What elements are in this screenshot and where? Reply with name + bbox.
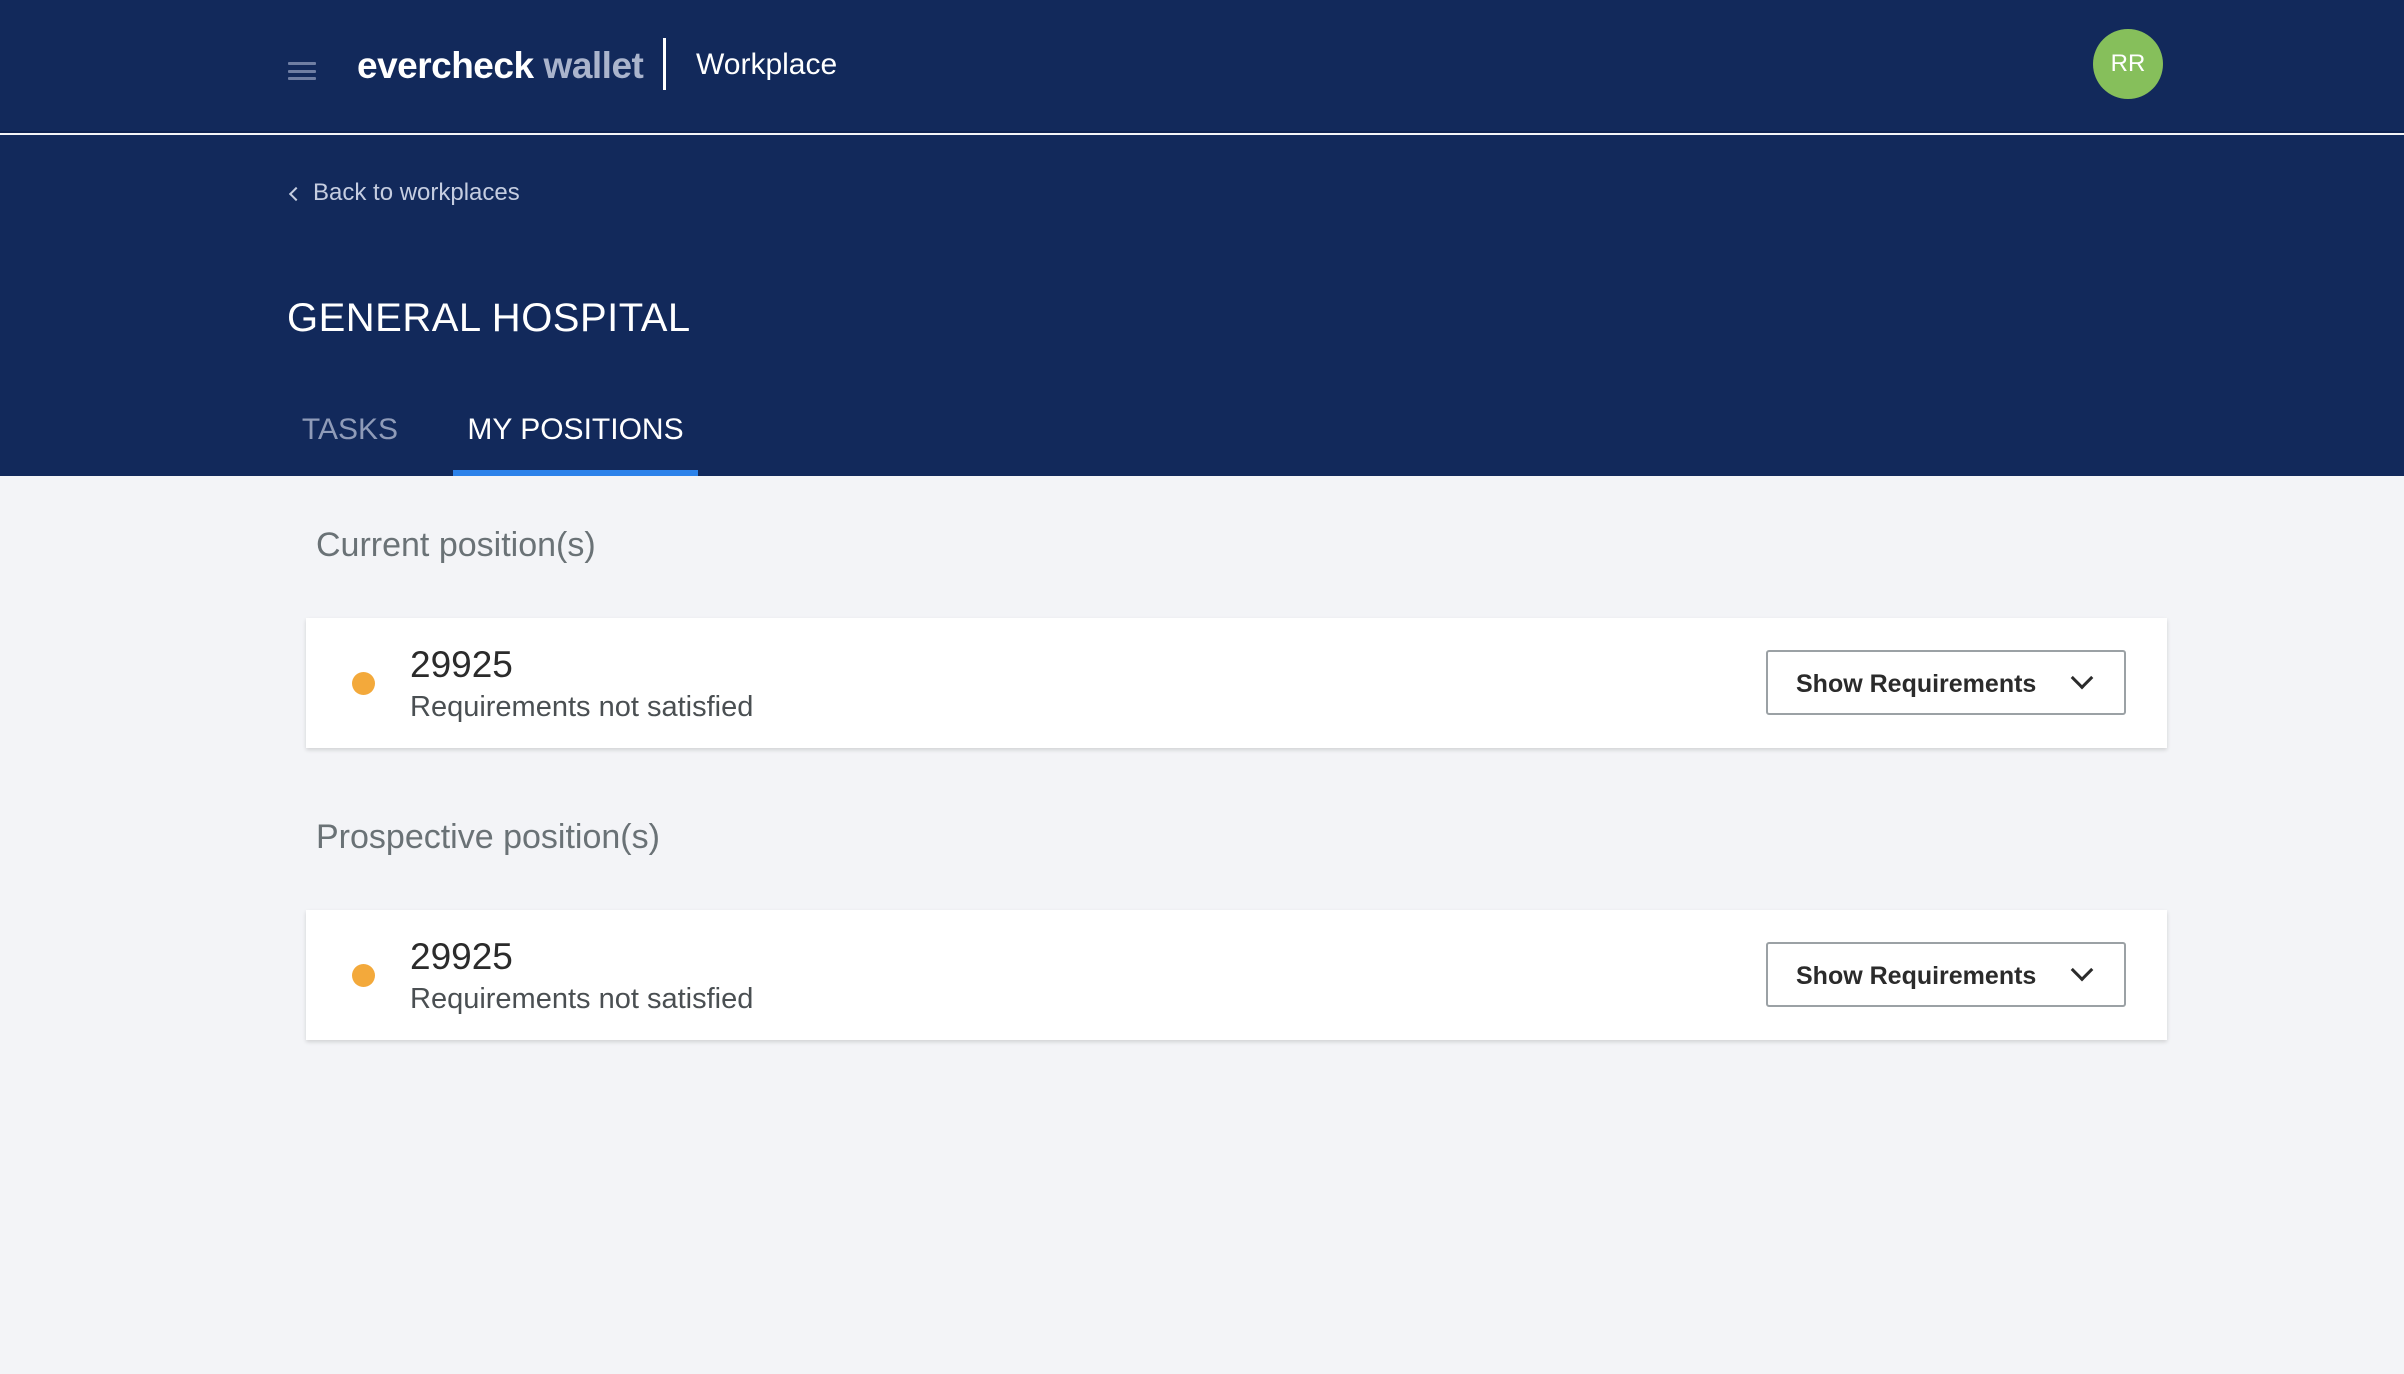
status-dot-icon	[352, 964, 375, 987]
current-positions-heading: Current position(s)	[316, 526, 596, 564]
position-id: 29925	[410, 644, 513, 685]
position-status: Requirements not satisfied	[410, 691, 754, 723]
user-avatar[interactable]: RR	[2093, 29, 2163, 99]
show-requirements-button[interactable]: Show Requirements	[1766, 650, 2126, 715]
back-to-workplaces-link[interactable]: Back to workplaces	[288, 179, 520, 207]
chevron-down-icon	[2070, 666, 2094, 690]
page-header: Back to workplaces GENERAL HOSPITAL TASK…	[0, 135, 2404, 476]
tab-tasks[interactable]: TASKS	[285, 413, 415, 476]
position-card: 29925 Requirements not satisfied Show Re…	[306, 910, 2167, 1040]
brand-logo-primary: evercheck	[357, 45, 534, 86]
show-requirements-label: Show Requirements	[1796, 962, 2037, 990]
position-card: 29925 Requirements not satisfied Show Re…	[306, 618, 2167, 748]
status-dot-icon	[352, 672, 375, 695]
back-link-label: Back to workplaces	[313, 179, 520, 206]
chevron-left-icon	[288, 186, 304, 202]
section-name: Workplace	[696, 48, 838, 81]
position-id: 29925	[410, 936, 513, 977]
show-requirements-button[interactable]: Show Requirements	[1766, 942, 2126, 1007]
hamburger-menu-icon[interactable]	[288, 62, 316, 80]
chevron-down-icon	[2070, 958, 2094, 982]
show-requirements-label: Show Requirements	[1796, 670, 2037, 698]
active-tab-indicator	[453, 470, 698, 476]
top-bar: evercheck wallet Workplace RR	[0, 0, 2404, 133]
brand-logo[interactable]: evercheck wallet	[357, 40, 644, 92]
page-title: GENERAL HOSPITAL	[287, 296, 691, 340]
brand-divider	[663, 38, 666, 90]
tab-my-positions[interactable]: MY POSITIONS	[453, 413, 698, 476]
brand-logo-secondary: wallet	[543, 45, 644, 86]
prospective-positions-heading: Prospective position(s)	[316, 818, 660, 856]
position-status: Requirements not satisfied	[410, 983, 754, 1015]
